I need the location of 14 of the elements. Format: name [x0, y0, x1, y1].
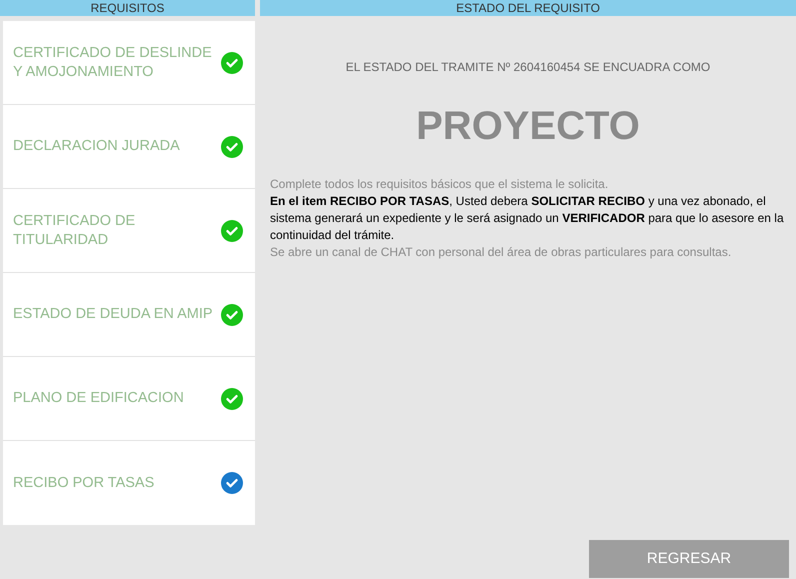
status-value: PROYECTO: [416, 103, 640, 150]
requirement-item[interactable]: RECIBO POR TASAS: [3, 441, 255, 525]
column-header: REQUISITOS: [0, 0, 255, 16]
status-caption: EL ESTADO DEL TRAMITE Nº 2604160454 SE ENCUADRA COMO: [346, 59, 710, 76]
message-text: Se abre un canal de CHAT con personal del área de obras particulares para consultas.: [270, 244, 732, 261]
message-text: Complete todos los requisitos básicos que el sistema le solicita.: [270, 176, 610, 193]
message-text: En el item RECIBO POR TASAS, Usted debera SOLICITAR RECIBO y una vez abonado, el sistema generará un expediente y le será asignado un VERIFICADOR para que lo asesore en la continuidad del trámite.: [270, 193, 785, 244]
column-header: ESTADO DEL REQUISITO: [260, 0, 796, 16]
requirement-item[interactable]: PLANO DE EDIFICACION: [3, 357, 255, 441]
requirement-item[interactable]: CERTIFICADO DE DESLINDE Y AMOJONAMIENTO: [3, 21, 255, 105]
back-button[interactable]: REGRESAR: [589, 540, 789, 578]
requirement-item[interactable]: ESTADO DE DEUDA EN AMIP: [3, 273, 255, 357]
requirement-item[interactable]: DECLARACION JURADA: [3, 105, 255, 189]
requirement-item[interactable]: CERTIFICADO DE TITULARIDAD: [3, 189, 255, 273]
